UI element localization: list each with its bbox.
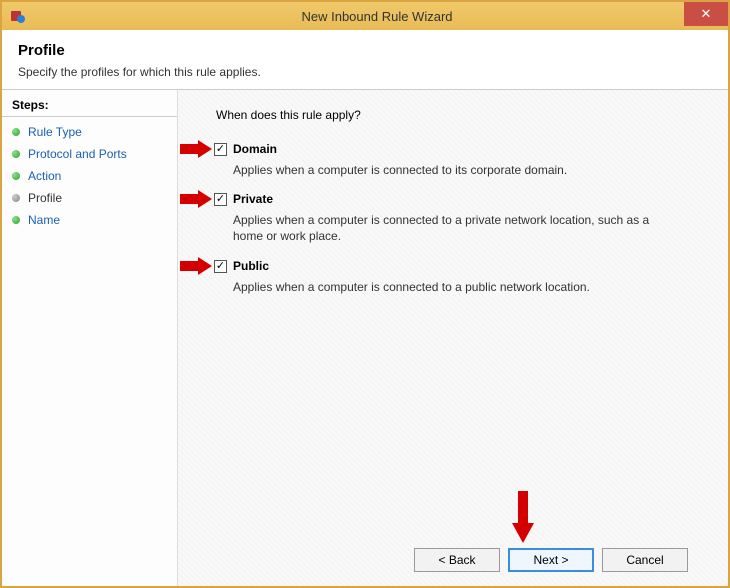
annotation-down-arrow-icon: [512, 491, 534, 546]
close-button[interactable]: ✕: [684, 2, 728, 26]
bullet-icon: [12, 216, 20, 224]
cancel-button[interactable]: Cancel: [602, 548, 688, 572]
titlebar: New Inbound Rule Wizard ✕: [2, 2, 728, 30]
step-label: Rule Type: [28, 125, 82, 139]
profile-row-domain: ✓ Domain: [214, 142, 706, 156]
main-panel: When does this rule apply? ✓ Domain Appl…: [178, 90, 728, 586]
profile-row-public: ✓ Public: [214, 259, 706, 273]
firewall-icon: [10, 8, 26, 24]
annotation-arrow-icon: [180, 140, 212, 161]
question-text: When does this rule apply?: [216, 108, 706, 122]
bullet-icon: [12, 150, 20, 158]
bullet-icon: [12, 128, 20, 136]
step-protocol-ports[interactable]: Protocol and Ports: [2, 143, 177, 165]
step-label: Action: [28, 169, 61, 183]
steps-heading: Steps:: [2, 96, 177, 117]
checkmark-icon: ✓: [216, 144, 225, 155]
header: Profile Specify the profiles for which t…: [2, 30, 728, 90]
profile-desc-domain: Applies when a computer is connected to …: [233, 162, 663, 178]
checkbox-private[interactable]: ✓: [214, 193, 227, 206]
footer-buttons: < Back Next > Cancel: [214, 536, 706, 586]
back-button[interactable]: < Back: [414, 548, 500, 572]
annotation-arrow-icon: [180, 257, 212, 278]
next-button[interactable]: Next >: [508, 548, 594, 572]
annotation-arrow-icon: [180, 190, 212, 211]
page-title: Profile: [18, 42, 712, 59]
step-profile[interactable]: Profile: [2, 187, 177, 209]
profile-desc-private: Applies when a computer is connected to …: [233, 212, 663, 244]
bullet-icon: [12, 194, 20, 202]
profile-row-private: ✓ Private: [214, 192, 706, 206]
step-rule-type[interactable]: Rule Type: [2, 121, 177, 143]
profile-label-domain: Domain: [233, 142, 277, 156]
step-label: Profile: [28, 191, 62, 205]
checkbox-public[interactable]: ✓: [214, 260, 227, 273]
checkmark-icon: ✓: [216, 194, 225, 205]
checkmark-icon: ✓: [216, 261, 225, 272]
step-label: Protocol and Ports: [28, 147, 127, 161]
step-name[interactable]: Name: [2, 209, 177, 231]
step-action[interactable]: Action: [2, 165, 177, 187]
step-label: Name: [28, 213, 60, 227]
wizard-window: New Inbound Rule Wizard ✕ Profile Specif…: [0, 0, 730, 588]
steps-sidebar: Steps: Rule Type Protocol and Ports Acti…: [2, 90, 178, 586]
bullet-icon: [12, 172, 20, 180]
close-icon: ✕: [701, 6, 712, 22]
profile-label-private: Private: [233, 192, 273, 206]
page-subtitle: Specify the profiles for which this rule…: [18, 65, 712, 79]
window-title: New Inbound Rule Wizard: [26, 9, 728, 24]
checkbox-domain[interactable]: ✓: [214, 143, 227, 156]
profile-desc-public: Applies when a computer is connected to …: [233, 279, 663, 295]
profile-label-public: Public: [233, 259, 269, 273]
